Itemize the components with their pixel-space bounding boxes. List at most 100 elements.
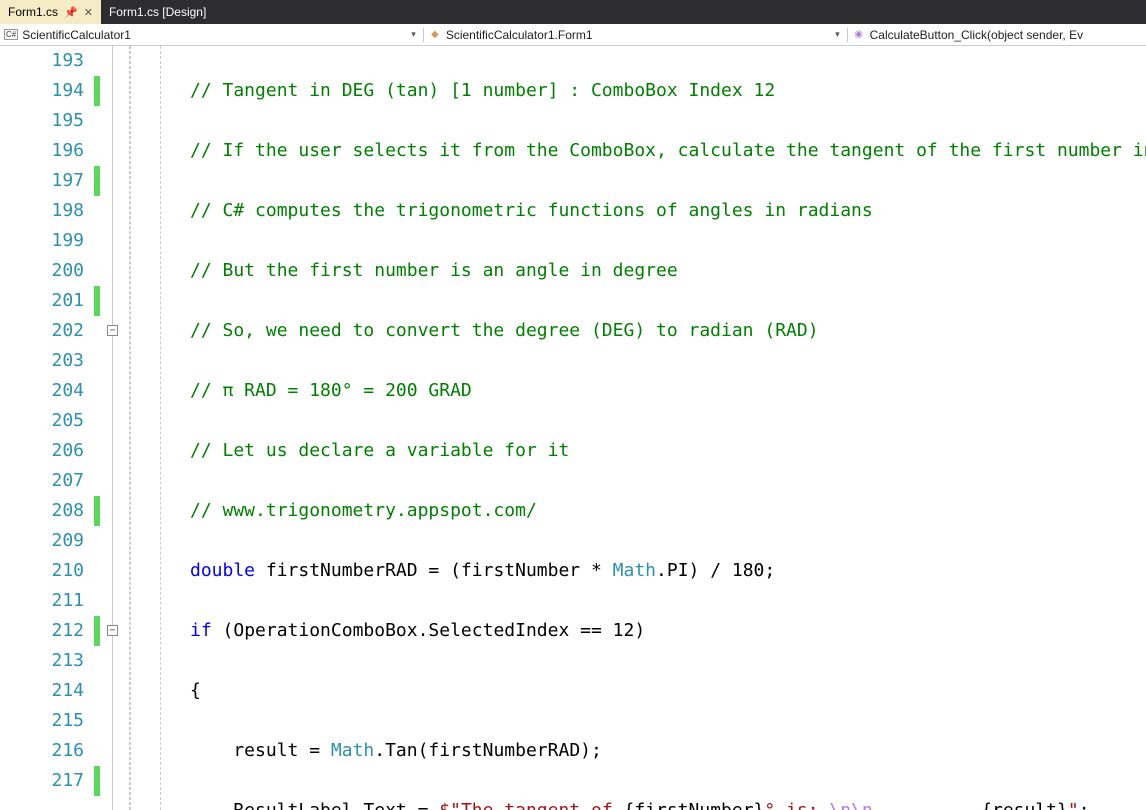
line-number: 200	[0, 256, 84, 286]
code-text: firstNumberRAD = (firstNumber *	[255, 560, 613, 581]
line-number: 214	[0, 676, 84, 706]
line-number: 209	[0, 526, 84, 556]
code-editor[interactable]: 1931941951961971981992002012022032042052…	[0, 46, 1146, 810]
code-string	[873, 800, 981, 810]
nav-class-dropdown[interactable]: ◆ ScientificCalculator1.Form1 ▾	[424, 28, 848, 42]
method-icon: ◉	[852, 28, 866, 42]
code-content[interactable]: // Tangent in DEG (tan) [1 number] : Com…	[190, 46, 1146, 810]
change-mark	[92, 736, 102, 766]
change-mark	[92, 586, 102, 616]
code-comment: // π RAD = 180° = 200 GRAD	[190, 380, 472, 401]
line-number: 194	[0, 76, 84, 106]
line-number: 212	[0, 616, 84, 646]
csharp-project-icon: C#	[4, 29, 18, 40]
outline-column: −−	[102, 46, 130, 810]
nav-method-dropdown[interactable]: ◉ CalculateButton_Click(object sender, E…	[848, 28, 1146, 42]
code-interpolation: {firstNumber}	[624, 800, 765, 810]
line-number: 199	[0, 226, 84, 256]
change-mark	[92, 436, 102, 466]
line-number: 216	[0, 736, 84, 766]
change-mark	[92, 526, 102, 556]
code-interpolation: {result}	[981, 800, 1068, 810]
line-number: 195	[0, 106, 84, 136]
chevron-down-icon: ▾	[408, 29, 419, 40]
tab-label: Form1.cs [Design]	[109, 5, 206, 19]
change-mark	[92, 376, 102, 406]
line-number: 197	[0, 166, 84, 196]
code-string: "	[1068, 800, 1079, 810]
tab-label: Form1.cs	[8, 5, 58, 19]
change-mark	[94, 166, 100, 196]
code-brace: {	[190, 680, 201, 701]
change-mark	[92, 556, 102, 586]
nav-method-text: CalculateButton_Click(object sender, Ev	[870, 28, 1142, 42]
code-comment: // C# computes the trigonometric functio…	[190, 200, 873, 221]
change-mark	[92, 706, 102, 736]
line-number: 210	[0, 556, 84, 586]
chevron-down-icon: ▾	[832, 29, 843, 40]
code-comment: // But the first number is an angle in d…	[190, 260, 678, 281]
nav-class-text: ScientificCalculator1.Form1	[446, 28, 828, 42]
line-number-gutter: 1931941951961971981992002012022032042052…	[0, 46, 92, 810]
change-mark	[92, 106, 102, 136]
code-fold-toggle[interactable]: −	[107, 325, 118, 336]
code-comment: // Tangent in DEG (tan) [1 number] : Com…	[190, 80, 775, 101]
line-number: 208	[0, 496, 84, 526]
change-mark	[92, 406, 102, 436]
change-mark	[92, 646, 102, 676]
tab-form1-design[interactable]: Form1.cs [Design]	[101, 0, 214, 24]
code-text: ResultLabel.Text =	[190, 800, 439, 810]
change-mark	[94, 76, 100, 106]
change-mark	[92, 256, 102, 286]
indent-guides	[130, 46, 190, 810]
pin-icon[interactable]: 📌	[64, 6, 78, 19]
code-comment: // Let us declare a variable for it	[190, 440, 569, 461]
code-comment: // If the user selects it from the Combo…	[190, 140, 1146, 161]
nav-project-text: ScientificCalculator1	[22, 28, 404, 42]
line-number: 217	[0, 766, 84, 796]
change-indicator-column	[92, 46, 102, 810]
line-number: 207	[0, 466, 84, 496]
document-tab-bar: Form1.cs 📌 ✕ Form1.cs [Design]	[0, 0, 1146, 24]
line-number: 193	[0, 46, 84, 76]
change-mark	[92, 226, 102, 256]
code-text: ;	[1079, 800, 1090, 810]
code-comment: // So, we need to convert the degree (DE…	[190, 320, 819, 341]
code-text: result =	[190, 740, 331, 761]
outline-guide-line	[112, 46, 113, 810]
code-type: Math	[613, 560, 656, 581]
code-fold-toggle[interactable]: −	[107, 625, 118, 636]
code-string: $"	[439, 800, 461, 810]
line-number: 201	[0, 286, 84, 316]
change-mark	[92, 466, 102, 496]
tab-form1-cs[interactable]: Form1.cs 📌 ✕	[0, 0, 101, 24]
line-number: 198	[0, 196, 84, 226]
code-nav-bar: C# ScientificCalculator1 ▾ ◆ ScientificC…	[0, 24, 1146, 46]
change-mark	[94, 616, 100, 646]
line-number: 211	[0, 586, 84, 616]
code-string: The tangent of	[461, 800, 624, 810]
line-number: 196	[0, 136, 84, 166]
line-number: 203	[0, 346, 84, 376]
line-number: 206	[0, 436, 84, 466]
change-mark	[92, 196, 102, 226]
line-number: 205	[0, 406, 84, 436]
nav-project-dropdown[interactable]: C# ScientificCalculator1 ▾	[0, 28, 424, 42]
line-number: 204	[0, 376, 84, 406]
line-number: 215	[0, 706, 84, 736]
close-icon[interactable]: ✕	[84, 6, 93, 19]
line-number: 202	[0, 316, 84, 346]
code-text: .Tan(firstNumberRAD);	[374, 740, 602, 761]
change-mark	[94, 766, 100, 796]
class-icon: ◆	[428, 28, 442, 42]
code-text: (OperationComboBox.SelectedIndex == 12)	[212, 620, 645, 641]
code-text: .PI) / 180;	[656, 560, 775, 581]
change-mark	[94, 496, 100, 526]
code-keyword: double	[190, 560, 255, 581]
code-comment: // www.trigonometry.appspot.com/	[190, 500, 537, 521]
change-mark	[94, 286, 100, 316]
change-mark	[92, 316, 102, 346]
change-mark	[92, 46, 102, 76]
change-mark	[92, 346, 102, 376]
change-mark	[92, 136, 102, 166]
